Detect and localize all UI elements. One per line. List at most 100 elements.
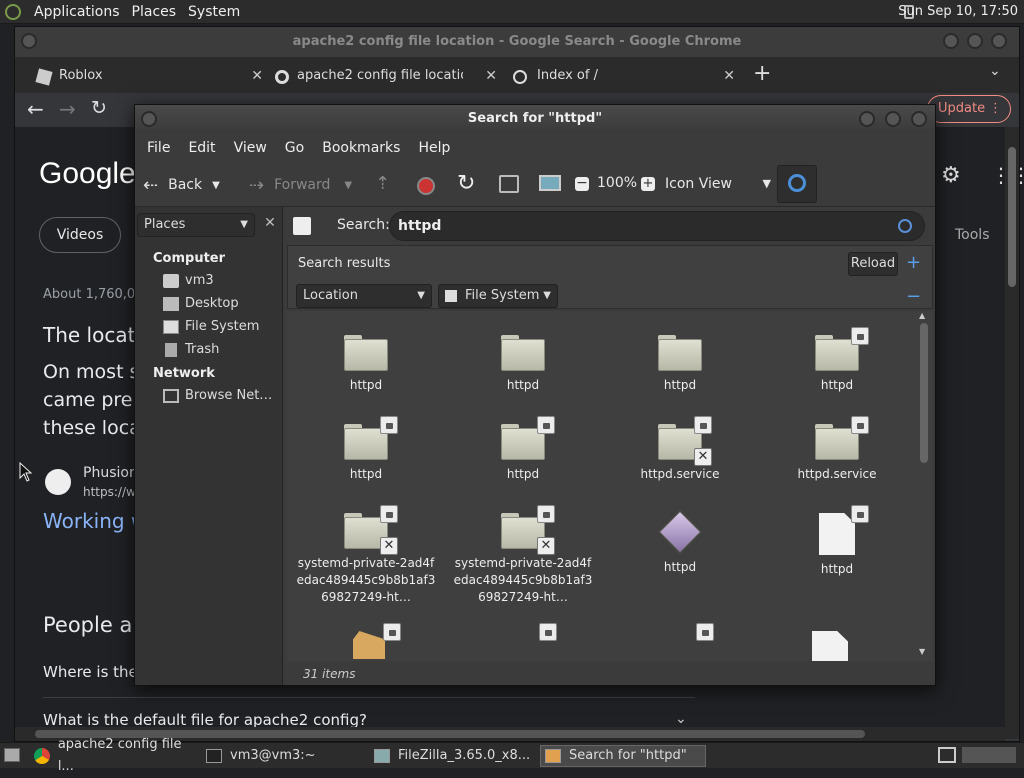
distro-logo-icon[interactable] [5,4,21,20]
back-dropdown-icon[interactable]: ▼ [212,180,220,191]
sidebar-selector[interactable]: Places ▼ [137,213,255,237]
view-mode-select[interactable]: Icon View ▼ [665,171,775,197]
tab-google-search[interactable]: apache2 config file location - ( ✕ [265,61,497,93]
forward-button[interactable]: ⇢ Forward ▼ [249,173,352,197]
tab-search-chevron-icon[interactable]: ⌄ [989,63,1001,79]
computer-icon[interactable] [539,175,561,191]
tab-close-icon[interactable]: ✕ [251,61,263,91]
menu-help[interactable]: Help [418,140,450,156]
grid-scrollbar-thumb[interactable] [920,323,928,463]
menu-view[interactable]: View [234,140,267,156]
menu-file[interactable]: File [147,140,170,156]
fm-maximize-button[interactable] [885,111,901,127]
result-item[interactable]: ✕ httpd.service [605,416,755,483]
sidebar-item-browse-network[interactable]: Browse Net… [163,388,272,403]
fm-close-button[interactable] [911,111,927,127]
menu-go[interactable]: Go [285,140,304,156]
file-manager-titlebar[interactable]: Search for "httpd" [135,105,935,133]
settings-gear-icon[interactable]: ⚙ [941,163,961,188]
task-filezilla[interactable]: FileZilla_3.65.0_x8... [374,745,534,767]
system-menu[interactable]: System [188,4,240,20]
archive-icon [374,749,390,763]
expand-chevron-icon[interactable]: ⌄ [675,711,687,727]
scrollbar-thumb[interactable] [1008,147,1016,287]
stop-icon[interactable] [417,177,435,195]
chrome-close-button[interactable] [991,33,1007,49]
result-item[interactable]: ✕ systemd-private-2ad4fedac489445c9b8b1a… [291,505,441,606]
reload-icon[interactable]: ↻ [457,171,475,196]
page-scrollbar[interactable] [1005,127,1019,739]
reload-button[interactable]: Reload [848,252,898,276]
result-item[interactable]: httpd [291,416,441,483]
chip-videos[interactable]: Videos [39,217,121,253]
sidebar-close-icon[interactable]: ✕ [261,215,279,235]
scroll-up-icon[interactable]: ▲ [919,311,925,320]
folder-icon [815,327,869,371]
search-toggle-button[interactable] [777,165,817,203]
forward-arrow-icon[interactable]: → [59,97,76,121]
package-icon[interactable] [353,631,385,659]
result-item[interactable]: httpd [448,335,598,394]
up-arrow-icon[interactable]: ⇡ [375,173,390,194]
result-item[interactable]: httpd [605,511,755,576]
clock[interactable]: Sun Sep 10, 17:50 [898,4,1018,19]
tab-index-of[interactable]: Index of / ✕ [505,61,735,93]
filesystem-select[interactable]: File System ▼ [438,284,558,308]
grid-scrollbar[interactable]: ▲ ▼ [917,311,931,659]
chrome-update-button[interactable]: Update ⋮ [927,95,1011,123]
workspace-area[interactable] [962,747,1016,763]
tab-roblox[interactable]: Roblox ✕ [21,61,263,93]
chrome-maximize-button[interactable] [967,33,983,49]
fm-window-menu-button[interactable] [141,111,157,127]
result-item[interactable]: httpd [762,505,912,578]
forward-dropdown-icon[interactable]: ▼ [344,180,352,191]
search-icon[interactable] [898,219,912,233]
edit-location-icon[interactable] [293,217,311,235]
sidebar-item-filesystem[interactable]: File System [163,319,259,334]
applications-menu[interactable]: Applications [34,4,120,20]
sidebar-item-desktop[interactable]: Desktop [163,296,239,311]
back-arrow-icon: ⇠ [143,174,159,196]
zoom-in-icon[interactable]: + [641,177,655,191]
search-input[interactable]: httpd [389,211,925,241]
result-link[interactable]: Working w [43,509,147,533]
chrome-titlebar[interactable]: apache2 config file location - Google Se… [15,27,1019,57]
question-item[interactable]: Where is the [43,663,138,681]
result-item[interactable]: httpd [448,416,598,483]
workspace-switcher-icon[interactable] [938,747,956,763]
remove-criterion-minus-icon[interactable]: − [906,286,921,307]
back-button[interactable]: ⇠ Back ▼ [143,173,220,197]
menu-bookmarks[interactable]: Bookmarks [322,140,400,156]
chrome-minimize-button[interactable] [943,33,959,49]
tab-close-icon[interactable]: ✕ [723,61,735,91]
scroll-down-icon[interactable]: ▼ [919,647,925,656]
result-site-name[interactable]: Phusion [83,465,138,481]
task-label: vm3@vm3:~ [230,748,316,763]
chrome-menu-button[interactable] [21,33,37,49]
home-icon[interactable] [499,175,519,193]
reload-icon[interactable]: ↻ [91,97,107,119]
sidebar-item-vm3[interactable]: vm3 [163,273,214,288]
result-item[interactable]: ✕ systemd-private-2ad4fedac489445c9b8b1a… [448,505,598,606]
add-criterion-plus-icon[interactable]: + [906,252,921,273]
result-item[interactable]: httpd [291,335,441,394]
tab-close-icon[interactable]: ✕ [485,61,497,91]
show-desktop-icon[interactable] [4,748,20,762]
result-item[interactable]: httpd [762,327,912,394]
location-select[interactable]: Location ▼ [296,284,432,308]
fm-minimize-button[interactable] [859,111,875,127]
new-tab-plus-icon[interactable]: + [753,61,771,86]
sidebar-item-trash[interactable]: Trash [163,342,219,357]
zoom-out-icon[interactable]: − [575,176,589,191]
places-menu[interactable]: Places [132,4,177,20]
task-terminal[interactable]: vm3@vm3:~ [206,745,366,767]
result-item[interactable]: httpd [605,335,755,394]
task-search-httpd[interactable]: Search for "httpd" [540,745,706,767]
tools-button[interactable]: Tools [955,227,990,243]
google-logo[interactable]: Google [39,157,136,191]
back-arrow-icon[interactable]: ← [27,97,44,121]
document-icon[interactable] [812,631,848,661]
menu-edit[interactable]: Edit [188,140,215,156]
task-chrome[interactable]: apache2 config file l... [34,737,200,774]
result-item[interactable]: httpd.service [762,416,912,483]
